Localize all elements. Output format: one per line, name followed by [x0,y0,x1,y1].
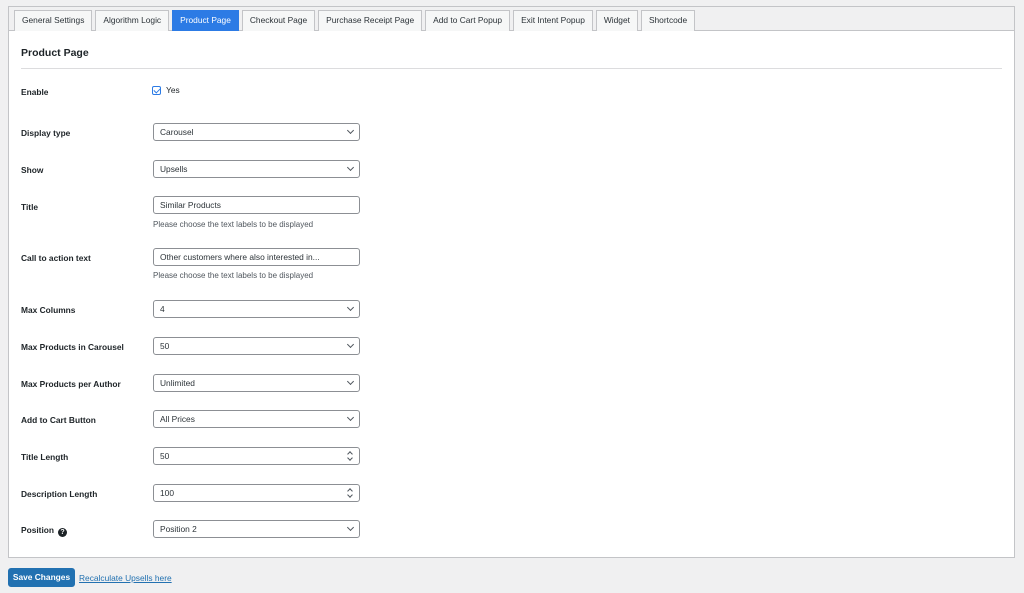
chevron-down-icon [346,523,355,532]
tab-shortcode[interactable]: Shortcode [640,10,696,31]
add-to-cart-button-label: Add to Cart Button [21,415,96,425]
display-type-value: Carousel [160,127,194,137]
tab-general-settings[interactable]: General Settings [14,10,93,31]
section-divider [21,68,1002,69]
description-length-value: 100 [160,488,174,498]
max-columns-label: Max Columns [21,305,76,315]
add-to-cart-button-select[interactable]: All Prices [153,410,360,428]
cta-text-input[interactable]: Other customers where also interested in… [153,248,360,266]
chevron-down-icon [346,163,355,172]
title-description: Please choose the text labels to be disp… [153,220,314,229]
description-length-label: Description Length [21,489,98,499]
enable-label: Enable [21,87,49,97]
tab-checkout-page[interactable]: Checkout Page [241,10,316,31]
settings-panel: General Settings Algorithm Logic Product… [8,6,1015,558]
add-to-cart-button-value: All Prices [160,414,195,424]
show-select[interactable]: Upsells [153,160,360,178]
tab-product-page[interactable]: Product Page [172,10,239,31]
title-length-label: Title Length [21,452,69,462]
title-length-input[interactable]: 50 [153,447,360,465]
tab-bar: General Settings Algorithm Logic Product… [9,7,1014,31]
max-products-carousel-value: 50 [160,341,170,351]
position-select[interactable]: Position 2 [153,520,360,538]
tab-algorithm-logic[interactable]: Algorithm Logic [95,10,170,31]
title-input-value: Similar Products [160,200,221,210]
tab-exit-intent-popup[interactable]: Exit Intent Popup [513,10,593,31]
max-products-author-select[interactable]: Unlimited [153,374,360,392]
spinner-icon[interactable] [347,450,353,462]
display-type-label: Display type [21,128,71,138]
max-products-author-value: Unlimited [160,378,195,388]
save-changes-button[interactable]: Save Changes [8,568,75,587]
position-label-text: Position [21,525,55,535]
tab-purchase-receipt-page[interactable]: Purchase Receipt Page [318,10,423,31]
chevron-down-icon [346,303,355,312]
cta-text-input-value: Other customers where also interested in… [160,252,320,262]
enable-checkbox-group[interactable]: Yes [152,85,180,95]
tab-widget[interactable]: Widget [595,10,638,31]
page-title: Product Page [21,47,89,59]
title-label: Title [21,202,39,212]
title-length-value: 50 [160,451,170,461]
max-columns-select[interactable]: 4 [153,300,360,318]
max-columns-value: 4 [160,304,165,314]
position-value: Position 2 [160,524,197,534]
chevron-down-icon [346,377,355,386]
tab-add-to-cart-popup[interactable]: Add to Cart Popup [425,10,511,31]
max-products-carousel-label: Max Products in Carousel [21,342,124,352]
chevron-down-icon [346,340,355,349]
question-circle-icon[interactable]: ? [58,528,68,537]
display-type-select[interactable]: Carousel [153,123,360,141]
position-label: Position? [21,525,68,537]
recalculate-upsells-link[interactable]: Recalculate Upsells here [79,573,172,583]
cta-text-description: Please choose the text labels to be disp… [153,271,314,280]
title-input[interactable]: Similar Products [153,196,360,214]
spinner-icon[interactable] [347,487,353,499]
cta-text-label: Call to action text [21,253,91,263]
max-products-carousel-select[interactable]: 50 [153,337,360,355]
enable-checkbox[interactable] [152,85,161,95]
show-value: Upsells [160,164,188,174]
chevron-down-icon [346,413,355,422]
enable-checkbox-label[interactable]: Yes [166,85,180,95]
show-label: Show [21,165,44,175]
description-length-input[interactable]: 100 [153,484,360,502]
chevron-down-icon [346,126,355,135]
max-products-author-label: Max Products per Author [21,379,121,389]
